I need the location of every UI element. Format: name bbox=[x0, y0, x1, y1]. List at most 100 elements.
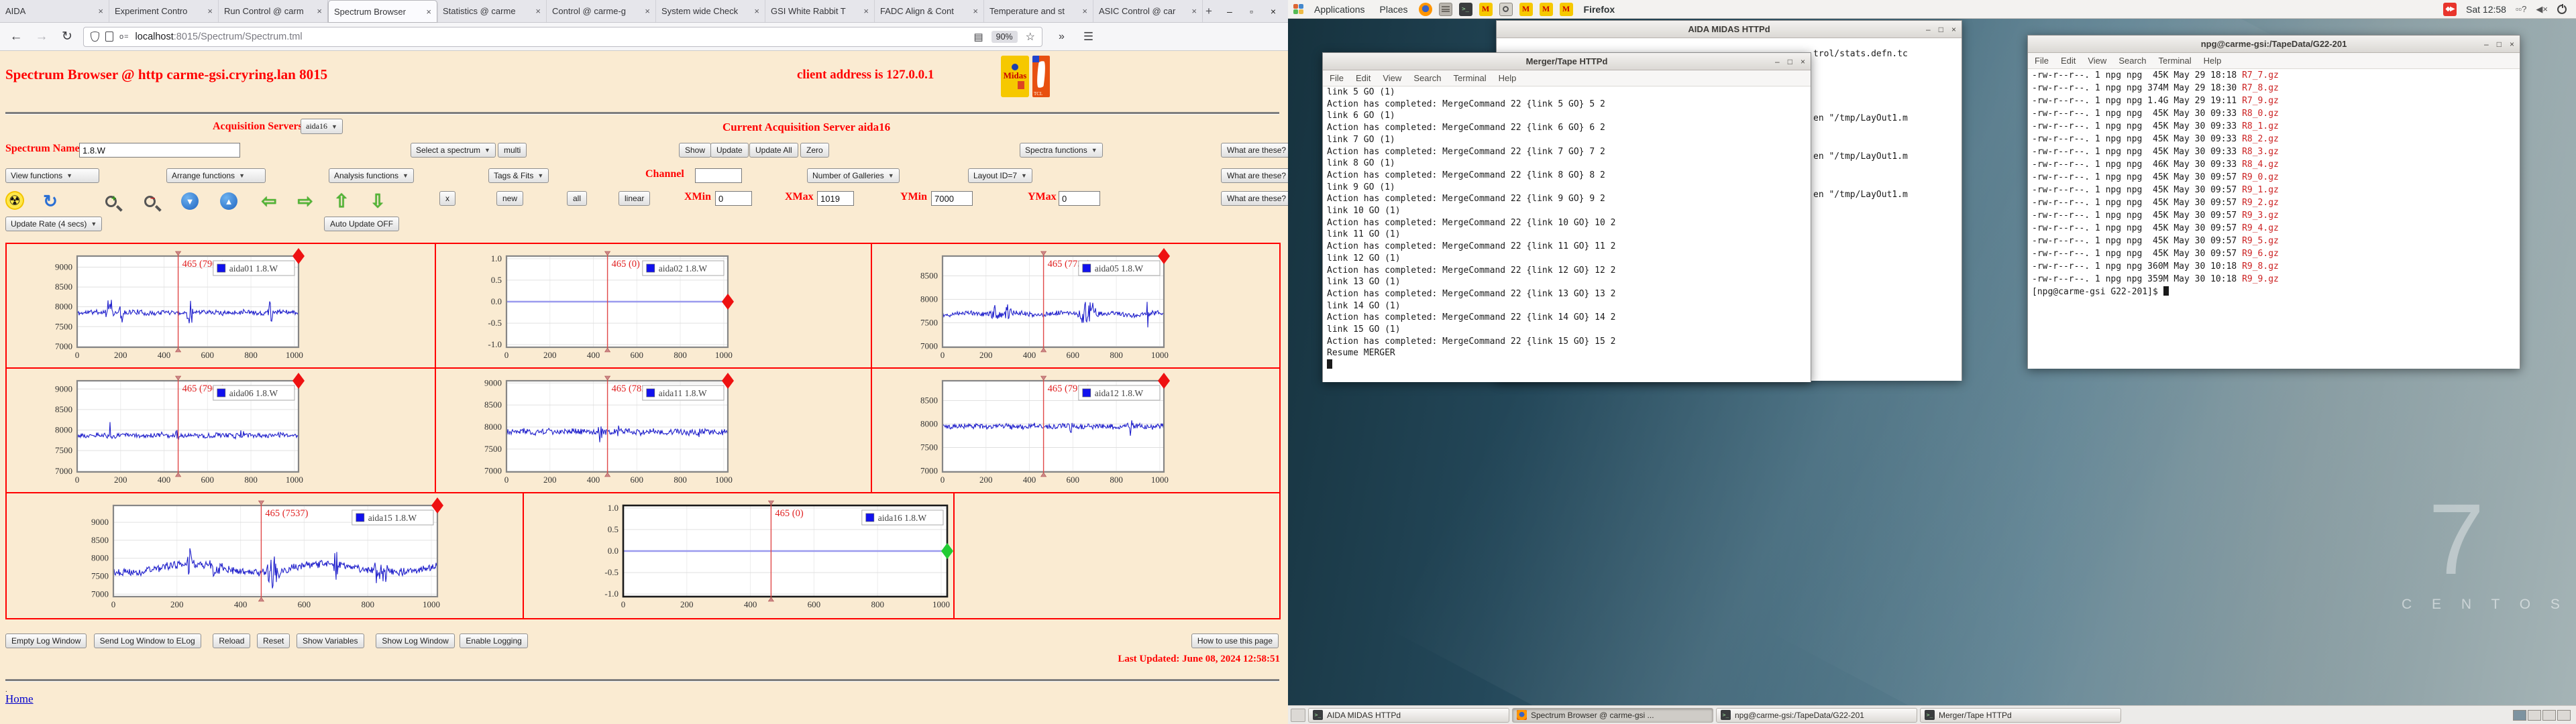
spectrum-chart-aida12[interactable]: 70007500800085000 200 400 600 800 1000465 (79… bbox=[872, 369, 1281, 493]
browser-tab-aida[interactable]: AIDA × bbox=[0, 0, 109, 22]
zoom-in-icon[interactable]: + bbox=[101, 191, 121, 211]
circle-down-icon[interactable]: ▼ bbox=[180, 191, 200, 211]
spectrum-chart-aida16[interactable]: 1.0 0.5 0.0 -0.5 -1.00 200 400 600 800 1000 465 (0… bbox=[524, 493, 955, 618]
spectrum-chart-aida01[interactable]: 700075008000850090000 200 400 600 800 1000465… bbox=[7, 244, 436, 369]
page-info-icon[interactable] bbox=[105, 32, 113, 42]
radiation-icon[interactable]: ☢ bbox=[5, 191, 24, 210]
menu-file[interactable]: File bbox=[2035, 56, 2049, 66]
maximize-icon[interactable]: □ bbox=[1788, 57, 1792, 66]
browser-tab-asic-control-car[interactable]: ASIC Control @ car × bbox=[1093, 0, 1203, 22]
workspace-1[interactable] bbox=[2513, 709, 2526, 721]
tapedata-window-titlebar[interactable]: npg@carme-gsi:/TapeData/G22-201 – □ × bbox=[2028, 36, 2520, 53]
menu-terminal[interactable]: Terminal bbox=[2159, 56, 2192, 66]
channel-input[interactable] bbox=[695, 168, 742, 183]
ymin-input[interactable] bbox=[931, 191, 973, 206]
merger-terminal-body[interactable]: link 5 GO (1) Action has completed: Merge… bbox=[1323, 86, 1811, 382]
browser-tab-run-control-carm[interactable]: Run Control @ carm × bbox=[219, 0, 328, 22]
window-close-icon[interactable]: × bbox=[1271, 6, 1276, 17]
new-button[interactable]: new bbox=[496, 191, 524, 206]
layout-id-7-select[interactable]: Layout ID=7 ▼ bbox=[968, 168, 1032, 183]
spectrum-chart-aida02[interactable]: 1.0 0.5 0.0 -0.5 -1.00 200 400 600 800 1000 465 (0… bbox=[436, 244, 872, 369]
minimize-icon[interactable]: – bbox=[1926, 25, 1931, 34]
multi-button[interactable]: multi bbox=[498, 143, 527, 158]
close-icon[interactable]: × bbox=[2510, 40, 2514, 49]
arrow-up-icon[interactable]: ⇧ bbox=[331, 191, 352, 211]
tab-close-icon[interactable]: × bbox=[754, 6, 759, 16]
zoom-out-icon[interactable]: − bbox=[140, 191, 160, 211]
menu-help[interactable]: Help bbox=[2204, 56, 2222, 66]
reload-button[interactable]: Reload bbox=[213, 634, 251, 648]
browser-tab-system-wide-check[interactable]: System wide Check × bbox=[656, 0, 765, 22]
circle-up-icon[interactable]: ▲ bbox=[219, 191, 239, 211]
network-status-icon[interactable]: ▫▫? bbox=[2516, 4, 2526, 14]
volume-muted-icon[interactable]: ◀× bbox=[2536, 4, 2548, 15]
menu-view[interactable]: View bbox=[2088, 56, 2106, 66]
workspace-4[interactable] bbox=[2557, 709, 2571, 721]
screenshot-app-icon[interactable] bbox=[1499, 2, 1513, 16]
taskbar-button-aida-midas-httpd[interactable]: >_ AIDA MIDAS HTTPd bbox=[1308, 707, 1509, 723]
menu-help[interactable]: Help bbox=[1499, 73, 1517, 83]
forward-button[interactable]: → bbox=[32, 29, 51, 44]
tab-close-icon[interactable]: × bbox=[426, 7, 431, 17]
empty-log-window-button[interactable]: Empty Log Window bbox=[5, 634, 87, 648]
select-a-spectrum-select[interactable]: Select a spectrum ▼ bbox=[411, 143, 496, 158]
tab-close-icon[interactable]: × bbox=[863, 6, 869, 16]
new-tab-button[interactable]: + bbox=[1203, 0, 1215, 22]
update-button[interactable]: Update bbox=[710, 143, 749, 158]
arrow-left-icon[interactable]: ⇦ bbox=[259, 191, 279, 211]
spectrum-chart-aida06[interactable]: 700075008000850090000 200 400 600 800 1000465… bbox=[7, 369, 436, 493]
url-text[interactable]: localhost:8015/Spectrum/Spectrum.tml bbox=[136, 32, 303, 42]
update-all-button[interactable]: Update All bbox=[749, 143, 798, 158]
window-tapedata-terminal[interactable]: npg@carme-gsi:/TapeData/G22-201 – □ × Fi… bbox=[2027, 35, 2520, 369]
auto-update-off-button[interactable]: Auto Update OFF bbox=[324, 217, 400, 231]
tapedata-terminal-body[interactable]: -rw-r--r--. 1 npg npg 45K May 29 18:18 R… bbox=[2028, 69, 2520, 369]
show-variables-button[interactable]: Show Variables bbox=[297, 634, 364, 648]
menu-edit[interactable]: Edit bbox=[2061, 56, 2076, 66]
window-minimize-icon[interactable]: – bbox=[1227, 6, 1232, 17]
show-desktop-icon[interactable] bbox=[1291, 708, 1305, 722]
x-button[interactable]: x bbox=[439, 191, 455, 206]
bookmark-star-icon[interactable]: ☆ bbox=[1026, 30, 1035, 44]
spectrum-chart-aida15[interactable]: 7000 7500 8000 8500 9000 0 200 400 600 800 1000 465… bbox=[7, 493, 524, 618]
applications-menu[interactable]: Applications bbox=[1310, 4, 1369, 15]
spectra-functions-select[interactable]: Spectra functions ▼ bbox=[1020, 143, 1103, 158]
tab-close-icon[interactable]: × bbox=[973, 6, 978, 16]
home-link[interactable]: Home bbox=[5, 692, 34, 706]
ymax-input[interactable] bbox=[1059, 191, 1100, 206]
arrow-right-icon[interactable]: ⇨ bbox=[295, 191, 315, 211]
zero-button[interactable]: Zero bbox=[800, 143, 829, 158]
browser-tab-experiment-contro[interactable]: Experiment Contro × bbox=[109, 0, 219, 22]
how-to-use-this-page-button[interactable]: How to use this page bbox=[1191, 634, 1279, 648]
aida-window-titlebar[interactable]: AIDA MIDAS HTTPd – □ × bbox=[1497, 21, 1962, 38]
url-bar[interactable]: o= localhost:8015/Spectrum/Spectrum.tml … bbox=[83, 26, 1042, 47]
back-button[interactable]: ← bbox=[7, 29, 25, 44]
menu-file[interactable]: File bbox=[1330, 73, 1344, 83]
toolbar-overflow-icon[interactable]: » bbox=[1059, 31, 1065, 43]
browser-tab-spectrum-browser[interactable]: Spectrum Browser × bbox=[328, 0, 437, 22]
midas-app-icon[interactable]: M bbox=[1479, 2, 1493, 16]
tags-fits-select[interactable]: Tags & Fits ▼ bbox=[488, 168, 549, 183]
midas-app-icon[interactable]: M bbox=[1559, 2, 1573, 16]
tab-close-icon[interactable]: × bbox=[535, 6, 541, 16]
close-icon[interactable]: × bbox=[1951, 25, 1956, 34]
analysis-functions-select[interactable]: Analysis functions ▼ bbox=[329, 168, 414, 183]
window-merger-tape-httpd[interactable]: Merger/Tape HTTPd – □ × File Edit View Sear… bbox=[1322, 52, 1811, 382]
show-log-window-button[interactable]: Show Log Window bbox=[376, 634, 455, 648]
firefox-launcher-icon[interactable] bbox=[1418, 2, 1432, 16]
minimize-icon[interactable]: – bbox=[1775, 57, 1780, 66]
browser-tab-temperature-and-st[interactable]: Temperature and st × bbox=[984, 0, 1093, 22]
update-rate-4-secs--select[interactable]: Update Rate (4 secs) ▼ bbox=[5, 217, 103, 231]
spectrum-chart-aida11[interactable]: 700075008000850090000 200 400 600 800 1000465… bbox=[436, 369, 872, 493]
workspace-2[interactable] bbox=[2528, 709, 2541, 721]
close-icon[interactable]: × bbox=[1801, 57, 1805, 66]
reload-button[interactable]: ↻ bbox=[58, 29, 76, 44]
taskbar-button-spectrum-browser-carme-gsi-[interactable]: Spectrum Browser @ carme-gsi ... bbox=[1512, 707, 1713, 723]
zoom-level-badge[interactable]: 90% bbox=[991, 30, 1018, 43]
reader-mode-icon[interactable]: ▤ bbox=[973, 31, 983, 43]
power-icon[interactable] bbox=[2557, 3, 2567, 14]
enable-logging-button[interactable]: Enable Logging bbox=[460, 634, 528, 648]
tab-close-icon[interactable]: × bbox=[1082, 6, 1087, 16]
browser-tab-fadc-align-cont[interactable]: FADC Align & Cont × bbox=[875, 0, 984, 22]
browser-tab-control-carme-g[interactable]: Control @ carme-g × bbox=[547, 0, 656, 22]
tab-close-icon[interactable]: × bbox=[1191, 6, 1197, 16]
